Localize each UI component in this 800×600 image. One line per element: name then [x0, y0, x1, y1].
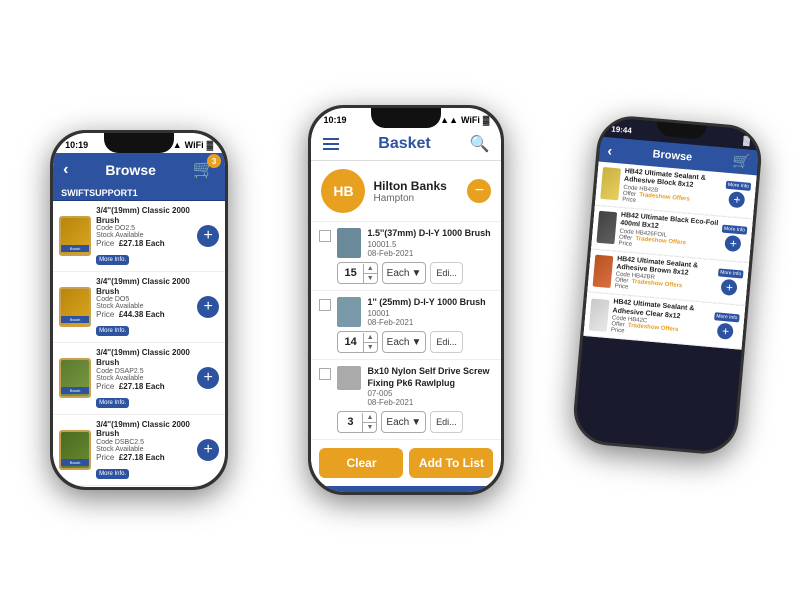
add-to-list-button[interactable]: Add To List: [409, 448, 493, 478]
qty-control-2[interactable]: 14 ▲ ▼: [337, 331, 377, 353]
basket-item-1: 1.5''(37mm) D-I-Y 1000 Brush 10001.5 08-…: [311, 222, 501, 291]
qty-up-2[interactable]: ▲: [364, 333, 377, 343]
checkout-button[interactable]: Checkout: [319, 486, 493, 492]
add-btn-1[interactable]: +: [197, 225, 219, 247]
right-add-btn-2[interactable]: +: [724, 235, 741, 252]
more-info-btn-1[interactable]: More Info.: [96, 255, 129, 265]
right-add-btn-3[interactable]: +: [721, 279, 738, 296]
right-more-info-3[interactable]: More Info: [718, 268, 744, 278]
item-controls-2: 14 ▲ ▼ Each ▼ Edi...: [319, 331, 493, 353]
clear-button[interactable]: Clear: [319, 448, 403, 478]
product-thumb-1: Brush: [59, 216, 91, 256]
browse-title-right: Browse: [652, 148, 693, 163]
right-thumb-3: [592, 255, 613, 288]
product-item-1: Brush 3/4''(19mm) Classic 2000 Brush Cod…: [53, 201, 225, 272]
checkbox-3[interactable]: [319, 368, 331, 380]
right-info-4: HB42 Ultimate Sealant & Adhesive Clear 8…: [610, 299, 711, 342]
item-info-2: 1'' (25mm) D-I-Y 1000 Brush 10001 08-Feb…: [367, 297, 493, 327]
status-icons-center: ▲▲ WiFi ▓: [440, 115, 489, 125]
basket-icon-left[interactable]: 🛒 3: [193, 159, 215, 180]
qty-up-1[interactable]: ▲: [364, 264, 377, 274]
edit-btn-1[interactable]: Edi...: [430, 262, 463, 284]
basket-item-2: 1'' (25mm) D-I-Y 1000 Brush 10001 08-Feb…: [311, 291, 501, 360]
item-info-3: Bx10 Nylon Self Drive Screw Fixing Pk6 R…: [367, 366, 493, 407]
remove-customer-btn[interactable]: −: [467, 179, 491, 203]
product-info-1: 3/4''(19mm) Classic 2000 Brush Code DO2.…: [96, 206, 192, 266]
time-left: 10:19: [65, 140, 88, 150]
basket-title: Basket: [378, 135, 430, 153]
right-info-2: HB42 Ultimate Black Eco-Foil 400ml Bx12 …: [618, 211, 719, 254]
phone-right: 19:44 ▓ ‹ Browse 🛒 HB42 Ultimate Sealant…: [571, 113, 764, 456]
basket-badge-left: 3: [207, 154, 221, 168]
notch-center: [371, 108, 441, 128]
product-thumb-4: Brush: [59, 430, 91, 470]
right-thumb-2: [596, 211, 617, 244]
phone-left: 10:19 ▲▲ WiFi ▓ ‹ Browse 🛒 3 SWIFTSUPPOR…: [50, 130, 228, 490]
back-arrow-right[interactable]: ‹: [607, 142, 613, 158]
account-bar-left: SWIFTSUPPORT1: [53, 186, 225, 201]
unit-select-2[interactable]: Each ▼: [382, 331, 427, 353]
unit-select-1[interactable]: Each ▼: [382, 262, 427, 284]
back-arrow-left[interactable]: ‹: [63, 161, 68, 179]
basket-icon-right[interactable]: 🛒: [732, 152, 751, 170]
basket-header: Basket 🔍: [311, 128, 501, 161]
qty-control-1[interactable]: 15 ▲ ▼: [337, 262, 377, 284]
more-info-btn-4[interactable]: More Info.: [96, 469, 129, 479]
product-info-3: 3/4''(19mm) Classic 2000 Brush Code DSAP…: [96, 348, 192, 408]
more-info-btn-3[interactable]: More Info.: [96, 398, 129, 408]
checkbox-2[interactable]: [319, 299, 331, 311]
product-thumb-2: Brush: [59, 287, 91, 327]
qty-down-2[interactable]: ▼: [364, 343, 377, 352]
product-thumb-3: Brush: [59, 358, 91, 398]
qty-down-3[interactable]: ▼: [363, 423, 376, 432]
right-add-btn-1[interactable]: +: [728, 191, 745, 208]
item-controls-3: 3 ▲ ▼ Each ▼ Edi...: [319, 411, 493, 433]
add-btn-3[interactable]: +: [197, 367, 219, 389]
product-info-2: 3/4''(19mm) Classic 2000 Brush Code DO5 …: [96, 277, 192, 337]
product-item-3: Brush 3/4''(19mm) Classic 2000 Brush Cod…: [53, 343, 225, 414]
right-more-info-2[interactable]: More Info: [721, 225, 747, 235]
search-icon-center[interactable]: 🔍: [470, 134, 490, 154]
hamburger-menu[interactable]: [323, 138, 339, 150]
phone-center: 10:19 ▲▲ WiFi ▓ Basket 🔍 HB: [308, 105, 504, 495]
checkbox-1[interactable]: [319, 230, 331, 242]
edit-btn-3[interactable]: Edi...: [430, 411, 463, 433]
browse-title-left: Browse: [105, 162, 156, 178]
item-img-1: [337, 228, 361, 258]
item-img-2: [337, 297, 361, 327]
notch-left: [104, 133, 174, 153]
unit-select-3[interactable]: Each ▼: [381, 411, 426, 433]
qty-down-1[interactable]: ▼: [364, 274, 377, 283]
qty-control-3[interactable]: 3 ▲ ▼: [337, 411, 377, 433]
right-more-info-1[interactable]: More Info: [725, 181, 751, 191]
item-controls-1: 15 ▲ ▼ Each ▼ Edi...: [319, 262, 493, 284]
item-info-1: 1.5''(37mm) D-I-Y 1000 Brush 10001.5 08-…: [367, 228, 493, 258]
item-img-3: [337, 366, 361, 390]
time-center: 10:19: [323, 115, 346, 125]
right-add-btn-4[interactable]: +: [717, 322, 734, 339]
right-more-info-4[interactable]: More Info: [714, 312, 740, 322]
customer-avatar: HB: [321, 169, 365, 213]
product-item-2: Brush 3/4''(19mm) Classic 2000 Brush Cod…: [53, 272, 225, 343]
product-item-4: Brush 3/4''(19mm) Classic 2000 Brush Cod…: [53, 415, 225, 486]
right-thumb-1: [600, 167, 621, 200]
add-btn-2[interactable]: +: [197, 296, 219, 318]
right-thumb-4: [589, 298, 610, 331]
add-btn-4[interactable]: +: [197, 439, 219, 461]
customer-info: Hilton Banks Hampton: [373, 179, 459, 204]
customer-card: HB Hilton Banks Hampton −: [311, 161, 501, 222]
right-info-1: HB42 Ultimate Sealant & Adhesive Block 8…: [622, 168, 723, 211]
more-info-btn-2[interactable]: More Info.: [96, 326, 129, 336]
right-info-3: HB42 Ultimate Sealant & Adhesive Brown 8…: [614, 255, 715, 298]
product-info-4: 3/4''(19mm) Classic 2000 Brush Code DSBC…: [96, 420, 192, 480]
edit-btn-2[interactable]: Edi...: [430, 331, 463, 353]
header-bar-left: ‹ Browse 🛒 3: [53, 153, 225, 186]
qty-up-3[interactable]: ▲: [363, 413, 376, 423]
basket-actions: Clear Add To List: [311, 440, 501, 486]
basket-item-3: Bx10 Nylon Self Drive Screw Fixing Pk6 R…: [311, 360, 501, 440]
